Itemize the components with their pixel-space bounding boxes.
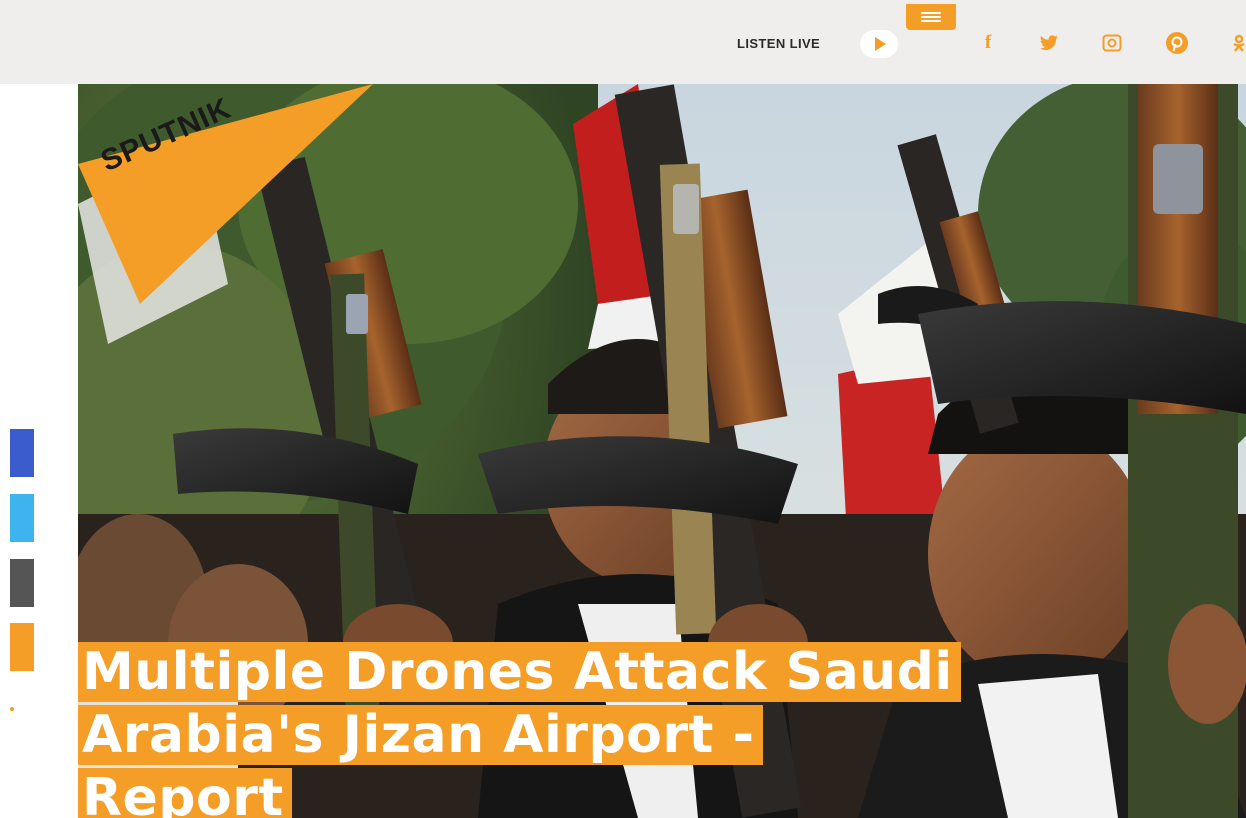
side-rail: [10, 270, 78, 818]
odnoklassniki-icon[interactable]: [1226, 31, 1246, 55]
menu-button[interactable]: [906, 4, 956, 30]
headline-line-2: Arabia's Jizan Airport -: [78, 705, 763, 765]
headline-line-3: Report: [78, 768, 292, 818]
twitter-share-button[interactable]: [10, 494, 34, 542]
more-share-button[interactable]: [10, 623, 34, 671]
page: LISTEN LIVE f SPUTNIK Multiple Drones At…: [0, 0, 1246, 818]
headline-line-1: Multiple Drones Attack Saudi: [78, 642, 961, 702]
share-indicator-dot: [10, 707, 14, 711]
hamburger-menu-icon: [921, 12, 941, 22]
facebook-share-button[interactable]: [10, 429, 34, 477]
email-share-button[interactable]: [10, 559, 34, 607]
twitter-icon[interactable]: [1036, 31, 1062, 55]
listen-live-label[interactable]: LISTEN LIVE: [737, 36, 820, 51]
play-button[interactable]: [860, 30, 898, 58]
article-headline: Multiple Drones Attack Saudi Arabia's Ji…: [78, 642, 1178, 818]
facebook-icon[interactable]: f: [975, 31, 1001, 55]
play-icon: [875, 37, 886, 51]
instagram-icon[interactable]: [1099, 31, 1125, 55]
pinterest-icon[interactable]: [1164, 31, 1190, 55]
